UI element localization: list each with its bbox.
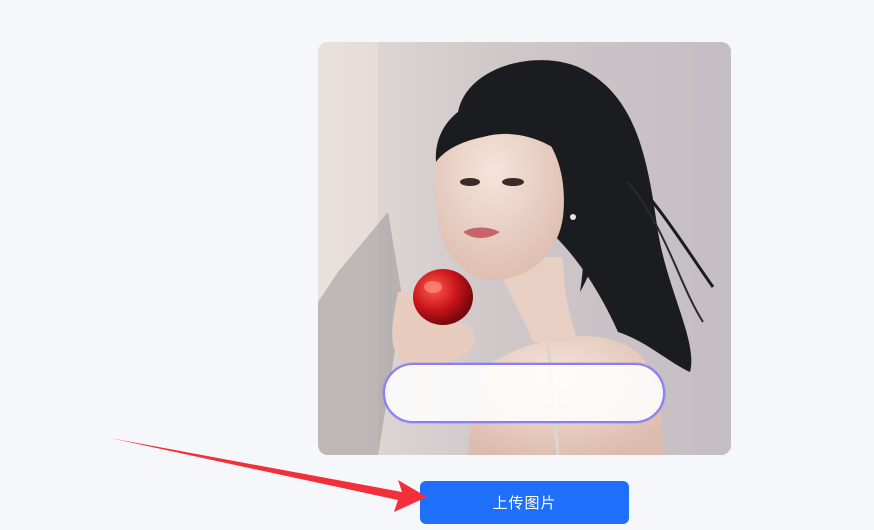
caption-input[interactable]	[383, 363, 665, 423]
page: 上传图片	[0, 0, 874, 530]
upload-image-button[interactable]: 上传图片	[420, 481, 629, 524]
image-preview-card	[318, 42, 731, 455]
